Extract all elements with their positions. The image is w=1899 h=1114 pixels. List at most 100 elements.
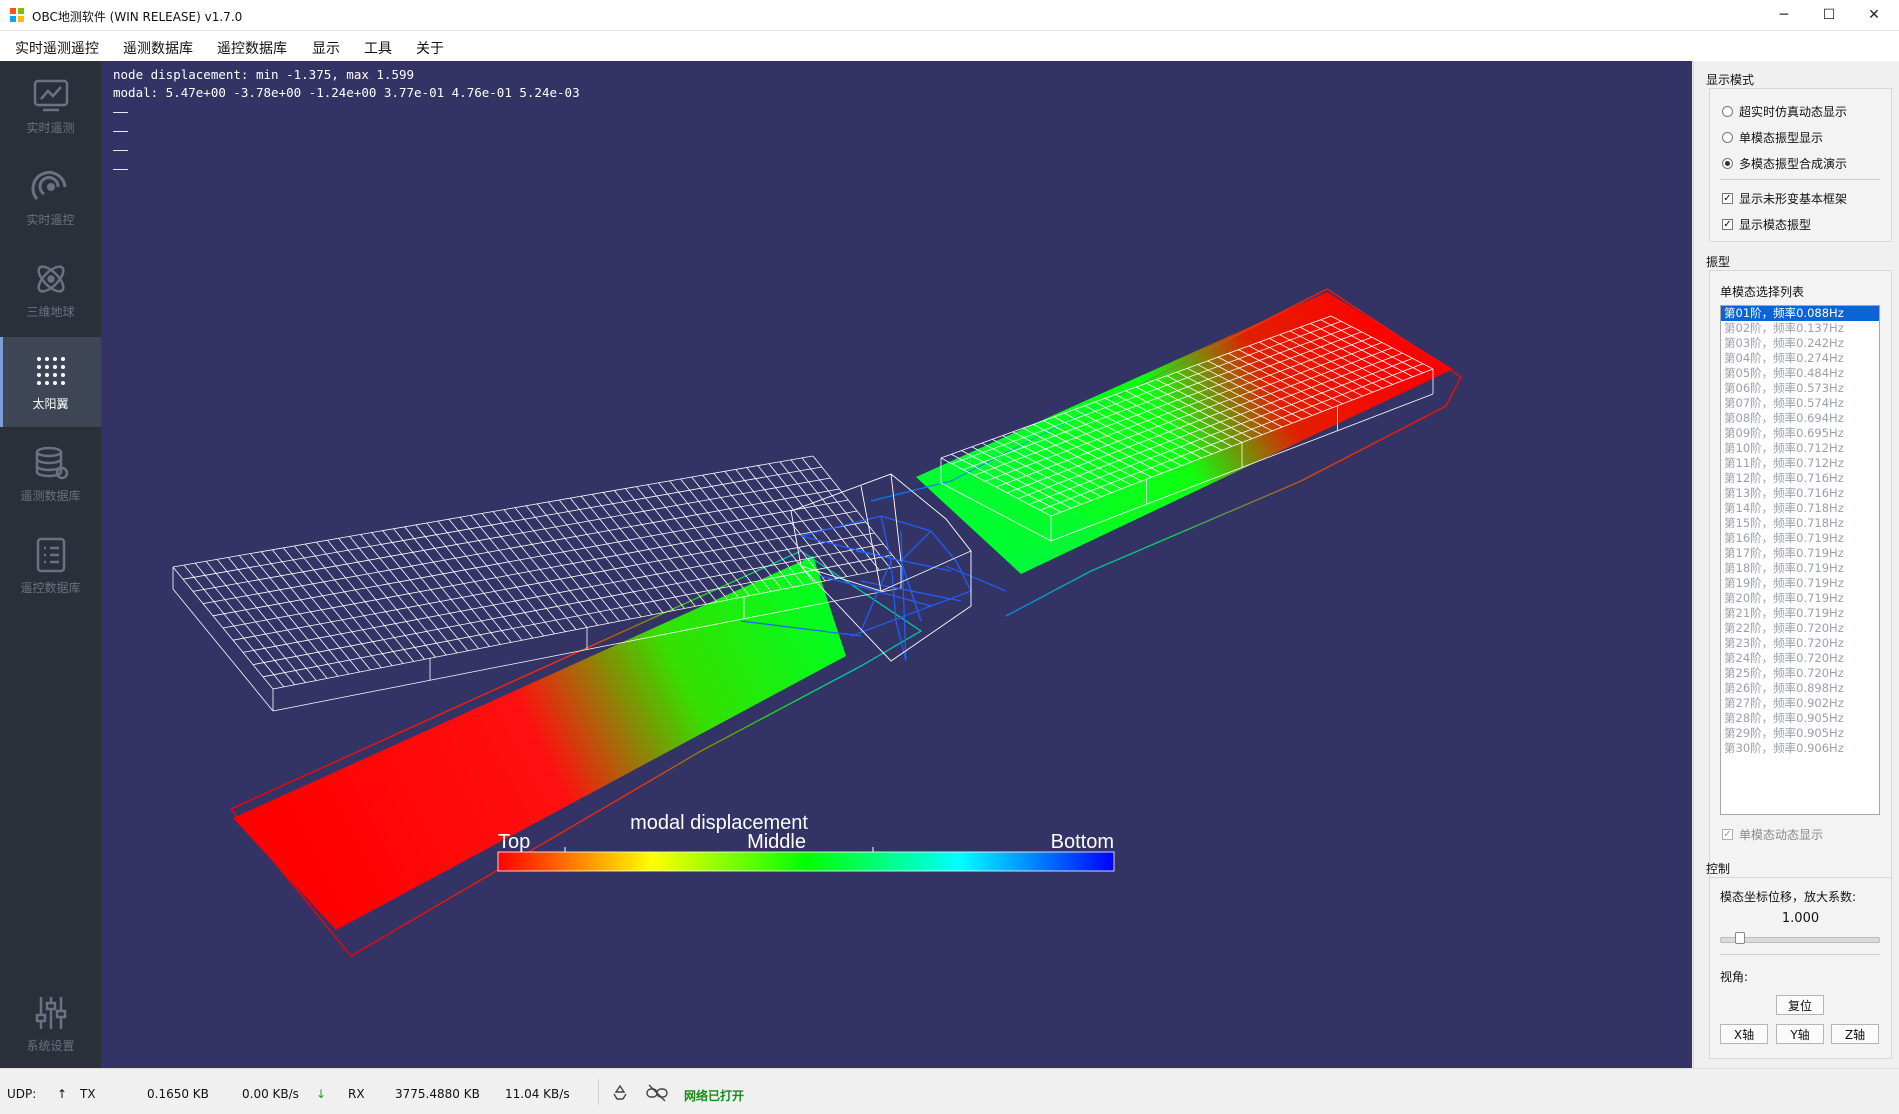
- mode-list-item[interactable]: 第25阶，频率0.720Hz: [1721, 666, 1879, 681]
- mode-list-item[interactable]: 第29阶，频率0.905Hz: [1721, 726, 1879, 741]
- recycle-icon[interactable]: [611, 1084, 629, 1102]
- sidebar-item-realtime-control[interactable]: 实时遥控: [0, 153, 101, 243]
- mode-list-item[interactable]: 第08阶，频率0.694Hz: [1721, 411, 1879, 426]
- reset-view-button[interactable]: 复位: [1776, 995, 1824, 1015]
- mode-list-item[interactable]: 第01阶，频率0.088Hz: [1721, 306, 1879, 321]
- remote-control-icon: [31, 171, 66, 200]
- menu-telemetry-db[interactable]: 遥测数据库: [123, 38, 193, 58]
- solar-wing-model: modal displacement Top Middle Bottom: [172, 288, 1462, 957]
- close-button[interactable]: ✕: [1847, 0, 1899, 30]
- mode-list-item[interactable]: 第28阶，频率0.905Hz: [1721, 711, 1879, 726]
- sidebar-item-label: 系统设置: [26, 1039, 75, 1053]
- mode-list-item[interactable]: 第23阶，频率0.720Hz: [1721, 636, 1879, 651]
- menu-about[interactable]: 关于: [416, 38, 444, 58]
- sidebar-item-label: 实时遥控: [26, 213, 75, 227]
- radio-realtime-sim[interactable]: 超实时仿真动态显示: [1722, 103, 1847, 120]
- z-axis-button[interactable]: Z轴: [1831, 1024, 1879, 1044]
- window-title: OBC地测软件 (WIN RELEASE) v1.7.0: [32, 10, 243, 24]
- sidebar-item-label: 实时遥测: [26, 121, 75, 135]
- atom-globe-icon: [36, 265, 65, 293]
- sidebar-item-settings[interactable]: 系统设置: [0, 981, 101, 1068]
- radio-indicator: [1722, 106, 1733, 117]
- colorbar-label-bottom: Bottom: [1051, 831, 1114, 853]
- x-axis-button[interactable]: X轴: [1720, 1024, 1768, 1044]
- tx-rate: 0.00 KB/s: [242, 1087, 299, 1101]
- app-logo-icon: [10, 8, 24, 22]
- rx-rate: 11.04 KB/s: [505, 1087, 570, 1101]
- check-show-mode-shape[interactable]: ✓ 显示模态振型: [1722, 216, 1811, 233]
- menu-display[interactable]: 显示: [312, 38, 340, 58]
- scale-value: 1.000: [1781, 911, 1820, 926]
- title-bar: OBC地测软件 (WIN RELEASE) v1.7.0 ─ ☐ ✕: [0, 0, 1899, 31]
- mode-list-item[interactable]: 第03阶，频率0.242Hz: [1721, 336, 1879, 351]
- mode-list-item[interactable]: 第05阶，频率0.484Hz: [1721, 366, 1879, 381]
- mode-list-item[interactable]: 第09阶，频率0.695Hz: [1721, 426, 1879, 441]
- list-document-icon: [36, 537, 65, 573]
- mode-list-item[interactable]: 第12阶，频率0.716Hz: [1721, 471, 1879, 486]
- mode-list-item[interactable]: 第21阶，频率0.719Hz: [1721, 606, 1879, 621]
- rx-arrow-icon: ↓: [316, 1087, 327, 1101]
- rx-label: RX: [348, 1087, 365, 1101]
- radio-multi-mode[interactable]: 多模态振型合成演示: [1722, 155, 1847, 172]
- mode-list-item[interactable]: 第13阶，频率0.716Hz: [1721, 486, 1879, 501]
- mode-list-item[interactable]: 第16阶，频率0.719Hz: [1721, 531, 1879, 546]
- telemetry-chart-icon: [33, 79, 68, 112]
- mode-list-item[interactable]: 第24阶，频率0.720Hz: [1721, 651, 1879, 666]
- menu-bar: 实时遥测遥控 遥测数据库 遥控数据库 显示 工具 关于: [0, 31, 1899, 61]
- sidebar-item-telecommand-db[interactable]: 遥控数据库: [0, 521, 101, 611]
- mode-list-item[interactable]: 第17阶，频率0.719Hz: [1721, 546, 1879, 561]
- mode-list-item[interactable]: 第27阶，频率0.902Hz: [1721, 696, 1879, 711]
- tx-arrow-icon: ↑: [57, 1087, 68, 1101]
- mode-list-item[interactable]: 第14阶，频率0.718Hz: [1721, 501, 1879, 516]
- check-single-dynamic[interactable]: ✓ 单模态动态显示: [1722, 826, 1823, 843]
- colorbar: [497, 851, 1115, 872]
- check-show-undeformed-frame[interactable]: ✓ 显示未形变基本框架: [1722, 190, 1847, 207]
- radio-single-mode[interactable]: 单模态振型显示: [1722, 129, 1823, 146]
- database-icon: [35, 446, 68, 480]
- mode-shape-title: 振型: [1706, 255, 1731, 269]
- mode-list-item[interactable]: 第20阶，频率0.719Hz: [1721, 591, 1879, 606]
- mode-list-item[interactable]: 第11阶，频率0.712Hz: [1721, 456, 1879, 471]
- menu-tools[interactable]: 工具: [364, 38, 392, 58]
- mode-list-item[interactable]: 第22阶，频率0.720Hz: [1721, 621, 1879, 636]
- checkbox-indicator: ✓: [1722, 193, 1733, 204]
- mode-list-item[interactable]: 第15阶，频率0.718Hz: [1721, 516, 1879, 531]
- tx-label: TX: [80, 1087, 96, 1101]
- menu-realtime[interactable]: 实时遥测遥控: [15, 38, 99, 58]
- sidebar-item-realtime-telemetry[interactable]: 实时遥测: [0, 61, 101, 151]
- mode-list-item[interactable]: 第06阶，频率0.573Hz: [1721, 381, 1879, 396]
- sidebar-item-solar-wing[interactable]: 太阳翼: [0, 337, 101, 427]
- solar-wing-3d-view[interactable]: node displacement: min -1.375, max 1.599…: [101, 61, 1692, 1068]
- network-status: 网络已打开: [684, 1089, 745, 1103]
- radio-indicator: [1722, 158, 1733, 169]
- link-disconnected-icon[interactable]: [646, 1084, 668, 1102]
- mode-list-item[interactable]: 第18阶，频率0.719Hz: [1721, 561, 1879, 576]
- status-bar: UDP: ↑ TX 0.1650 KB 0.00 KB/s ↓ RX 3775.…: [0, 1068, 1899, 1114]
- radio-indicator: [1722, 132, 1733, 143]
- view-label: 视角:: [1720, 970, 1749, 984]
- control-panel: 显示模式 超实时仿真动态显示 单模态振型显示 多模态振型合成演示 ✓ 显示未形变基…: [1693, 61, 1899, 1068]
- mode-list-item[interactable]: 第19阶，频率0.719Hz: [1721, 576, 1879, 591]
- control-group: 模态坐标位移，放大系数: 1.000 视角: 复位 X轴 Y轴 Z轴: [1709, 877, 1892, 1059]
- rx-size: 3775.4880 KB: [395, 1087, 480, 1101]
- mode-list[interactable]: 第01阶，频率0.088Hz 第02阶，频率0.137Hz 第03阶，频率0.242…: [1720, 305, 1880, 815]
- mode-list-item[interactable]: 第10阶，频率0.712Hz: [1721, 441, 1879, 456]
- left-wing-deformed-panel: [233, 556, 846, 930]
- sidebar-item-3d-earth[interactable]: 三维地球: [0, 245, 101, 335]
- mode-list-item[interactable]: 第04阶，频率0.274Hz: [1721, 351, 1879, 366]
- tx-size: 0.1650 KB: [147, 1087, 209, 1101]
- colorbar-label-middle: Middle: [747, 831, 806, 853]
- sidebar-item-telemetry-db[interactable]: 遥测数据库: [0, 429, 101, 519]
- sliders-settings-icon: [35, 997, 66, 1029]
- scale-slider-handle[interactable]: [1735, 932, 1745, 944]
- y-axis-button[interactable]: Y轴: [1776, 1024, 1824, 1044]
- scale-label: 模态坐标位移，放大系数:: [1720, 890, 1857, 904]
- mode-list-item[interactable]: 第07阶，频率0.574Hz: [1721, 396, 1879, 411]
- mode-list-item[interactable]: 第02阶，频率0.137Hz: [1721, 321, 1879, 336]
- mode-list-item[interactable]: 第30阶，频率0.906Hz: [1721, 741, 1879, 756]
- sidebar-item-label: 三维地球: [26, 305, 75, 319]
- mode-list-item[interactable]: 第26阶，频率0.898Hz: [1721, 681, 1879, 696]
- checkbox-indicator: ✓: [1722, 829, 1733, 840]
- solar-wing-grid-icon: [36, 357, 65, 385]
- menu-telecommand-db[interactable]: 遥控数据库: [217, 38, 287, 58]
